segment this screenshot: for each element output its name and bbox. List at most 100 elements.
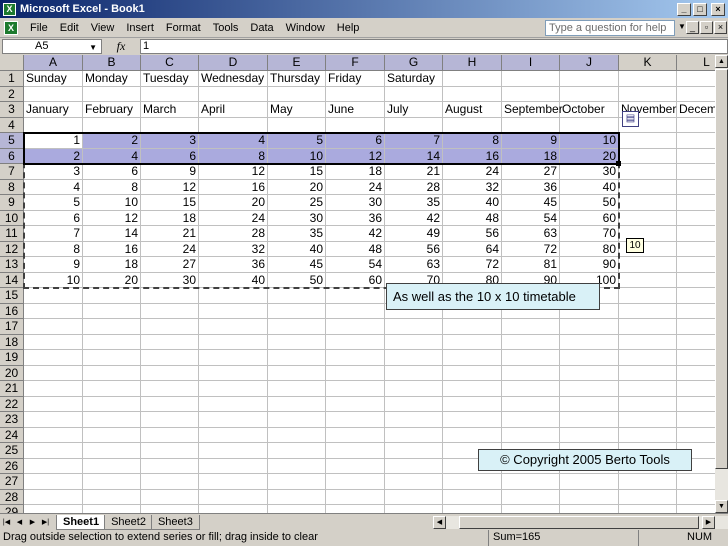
menu-data[interactable]: Data bbox=[244, 22, 279, 34]
cell-g2[interactable] bbox=[385, 86, 443, 102]
cell-b26[interactable] bbox=[83, 458, 141, 474]
cell-f22[interactable] bbox=[326, 396, 385, 412]
cell-a12[interactable]: 8 bbox=[24, 241, 83, 257]
menu-format[interactable]: Format bbox=[160, 22, 207, 34]
row-header-10[interactable]: 10 bbox=[0, 210, 24, 226]
cell-d19[interactable] bbox=[199, 350, 268, 366]
cell-j8[interactable]: 40 bbox=[560, 179, 619, 195]
cell-l16[interactable] bbox=[677, 304, 715, 319]
cell-b19[interactable] bbox=[83, 350, 141, 366]
cell-f24[interactable] bbox=[326, 427, 385, 443]
cell-e16[interactable] bbox=[268, 303, 326, 319]
column-header-c[interactable]: C bbox=[141, 55, 199, 71]
cell-l11[interactable] bbox=[677, 226, 715, 242]
row-header-24[interactable]: 24 bbox=[0, 427, 24, 443]
scroll-right-icon[interactable]: ▶ bbox=[702, 516, 715, 529]
cell-g11[interactable]: 49 bbox=[385, 226, 443, 242]
cell-k20[interactable] bbox=[619, 365, 677, 381]
cell-e13[interactable]: 45 bbox=[268, 257, 326, 273]
cell-l19[interactable] bbox=[677, 350, 715, 366]
row-header-14[interactable]: 14 bbox=[0, 272, 24, 288]
cell-c17[interactable] bbox=[141, 319, 199, 335]
cell-a19[interactable] bbox=[24, 350, 83, 366]
cell-e19[interactable] bbox=[268, 350, 326, 366]
cell-e15[interactable] bbox=[268, 288, 326, 304]
cell-h20[interactable] bbox=[443, 365, 502, 381]
cell-d16[interactable] bbox=[199, 303, 268, 319]
cell-f28[interactable] bbox=[326, 489, 385, 505]
cell-e27[interactable] bbox=[268, 474, 326, 490]
cell-c3[interactable]: March bbox=[141, 102, 199, 118]
minimize-button[interactable]: _ bbox=[677, 2, 691, 16]
cell-d17[interactable] bbox=[199, 319, 268, 335]
column-header-e[interactable]: E bbox=[268, 55, 326, 71]
cell-l18[interactable] bbox=[677, 335, 715, 350]
column-header-f[interactable]: F bbox=[326, 55, 385, 71]
cell-l10[interactable] bbox=[677, 211, 715, 226]
row-header-19[interactable]: 19 bbox=[0, 350, 24, 366]
cell-l24[interactable] bbox=[677, 428, 715, 443]
cell-b23[interactable] bbox=[83, 412, 141, 428]
cell-g9[interactable]: 35 bbox=[385, 195, 443, 211]
cell-b17[interactable] bbox=[83, 319, 141, 335]
cell-i20[interactable] bbox=[502, 365, 560, 381]
row-header-11[interactable]: 11 bbox=[0, 226, 24, 242]
cell-a14[interactable]: 10 bbox=[24, 272, 83, 288]
cell-b29[interactable] bbox=[83, 505, 141, 513]
cell-b2[interactable] bbox=[83, 86, 141, 102]
cell-c19[interactable] bbox=[141, 350, 199, 366]
cell-g26[interactable] bbox=[385, 458, 443, 474]
cell-l14[interactable] bbox=[677, 273, 715, 288]
cell-b12[interactable]: 16 bbox=[83, 241, 141, 257]
cell-l2[interactable] bbox=[677, 87, 715, 102]
row-header-3[interactable]: 3 bbox=[0, 102, 24, 118]
cell-b4[interactable] bbox=[83, 117, 141, 133]
formula-input[interactable]: 1 bbox=[140, 39, 728, 54]
autofill-options-icon[interactable]: ▤ bbox=[622, 111, 639, 127]
cell-g13[interactable]: 63 bbox=[385, 257, 443, 273]
cell-i8[interactable]: 36 bbox=[502, 179, 560, 195]
cell-i23[interactable] bbox=[502, 412, 560, 428]
cell-g17[interactable] bbox=[385, 319, 443, 335]
column-header-d[interactable]: D bbox=[199, 55, 268, 71]
cell-f7[interactable]: 18 bbox=[326, 164, 385, 180]
tab-sheet3[interactable]: Sheet3 bbox=[150, 514, 200, 530]
cell-e18[interactable] bbox=[268, 334, 326, 350]
cell-f1[interactable]: Friday bbox=[326, 71, 385, 87]
cell-h11[interactable]: 56 bbox=[443, 226, 502, 242]
cell-g22[interactable] bbox=[385, 396, 443, 412]
cell-j1[interactable] bbox=[560, 71, 619, 87]
cell-c4[interactable] bbox=[141, 117, 199, 133]
cell-h7[interactable]: 24 bbox=[443, 164, 502, 180]
cell-d26[interactable] bbox=[199, 458, 268, 474]
cell-e22[interactable] bbox=[268, 396, 326, 412]
cell-e7[interactable]: 15 bbox=[268, 164, 326, 180]
cell-k28[interactable] bbox=[619, 489, 677, 505]
horizontal-scrollbar[interactable]: ◀ ▶ bbox=[433, 516, 728, 529]
cell-l4[interactable] bbox=[677, 118, 715, 133]
cell-c13[interactable]: 27 bbox=[141, 257, 199, 273]
cell-g25[interactable] bbox=[385, 443, 443, 459]
cell-k9[interactable] bbox=[619, 195, 677, 211]
cell-d15[interactable] bbox=[199, 288, 268, 304]
cell-e23[interactable] bbox=[268, 412, 326, 428]
cell-f29[interactable] bbox=[326, 505, 385, 513]
cell-j7[interactable]: 30 bbox=[560, 164, 619, 180]
cell-k2[interactable] bbox=[619, 86, 677, 102]
cell-l28[interactable] bbox=[677, 490, 715, 505]
cell-h4[interactable] bbox=[443, 117, 502, 133]
cell-b27[interactable] bbox=[83, 474, 141, 490]
column-header-l[interactable]: L bbox=[677, 55, 715, 71]
cell-d6[interactable]: 8 bbox=[199, 148, 268, 164]
cell-h19[interactable] bbox=[443, 350, 502, 366]
cell-c6[interactable]: 6 bbox=[141, 148, 199, 164]
name-box[interactable]: A5 ▼ bbox=[2, 39, 102, 54]
row-header-28[interactable]: 28 bbox=[0, 489, 24, 505]
cell-j12[interactable]: 80 bbox=[560, 241, 619, 257]
cell-d8[interactable]: 16 bbox=[199, 179, 268, 195]
cell-e2[interactable] bbox=[268, 86, 326, 102]
cell-g6[interactable]: 14 bbox=[385, 148, 443, 164]
cell-a22[interactable] bbox=[24, 396, 83, 412]
cell-l5[interactable] bbox=[677, 133, 715, 149]
cell-j18[interactable] bbox=[560, 334, 619, 350]
